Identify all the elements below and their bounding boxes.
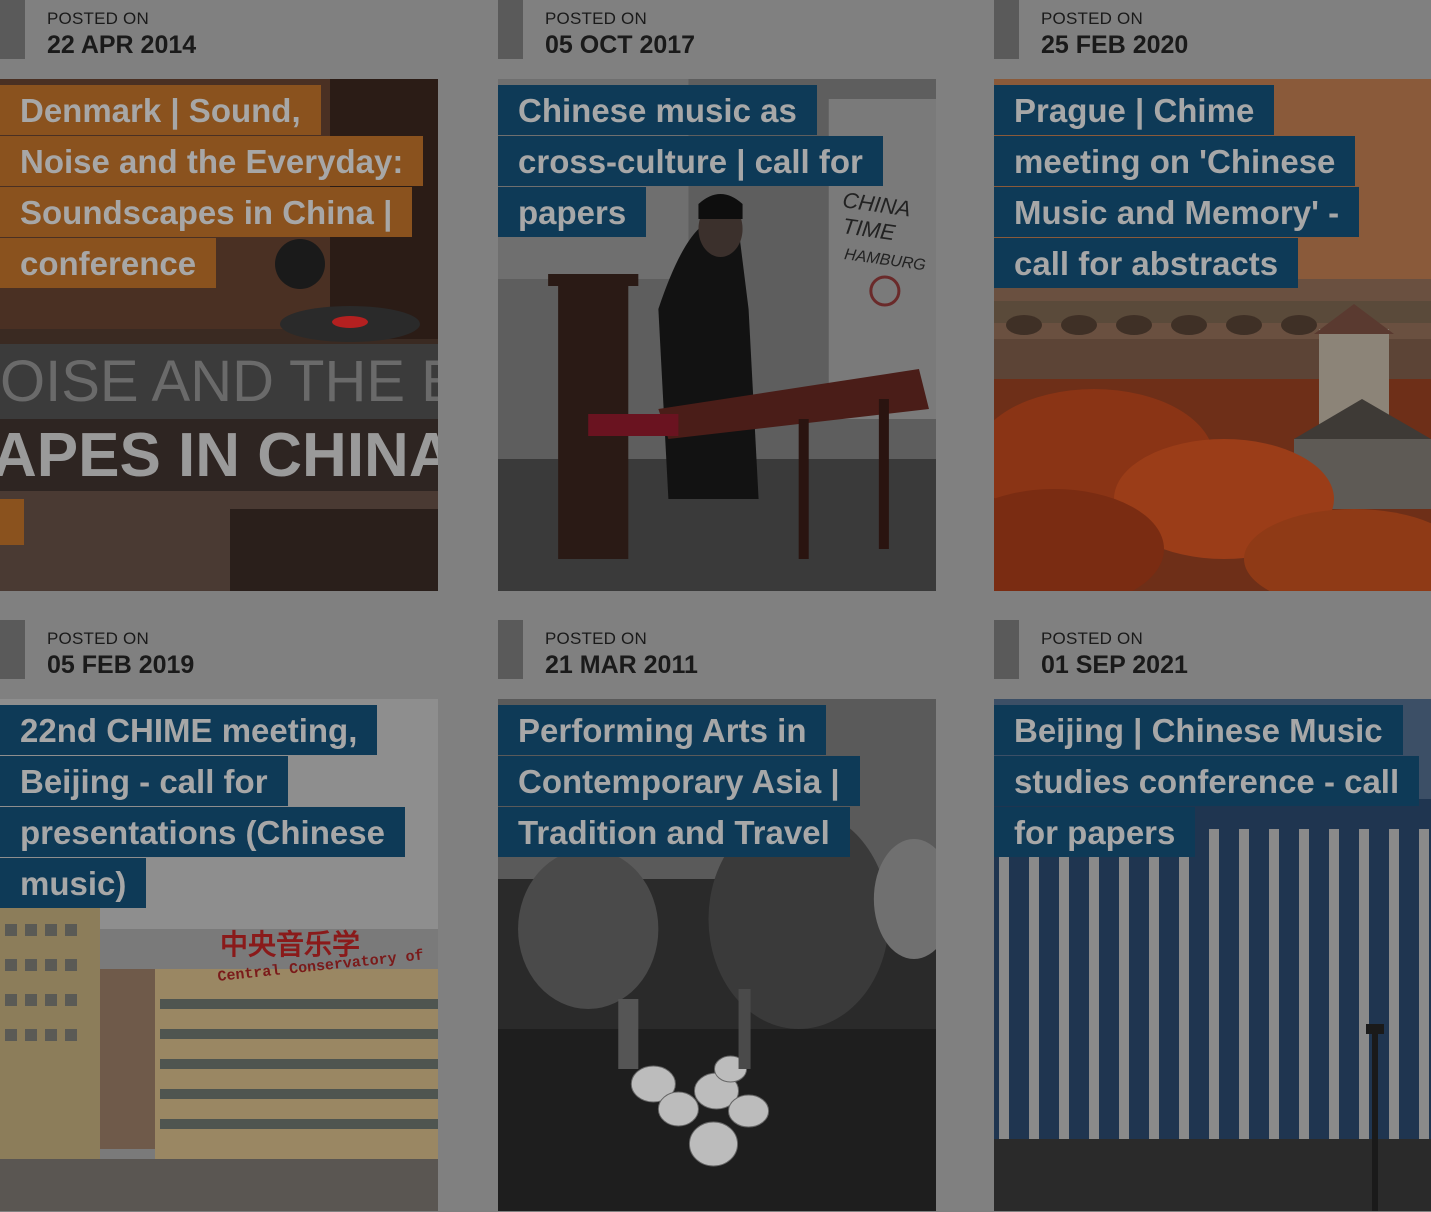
post-card[interactable]: POSTED ON 05 FEB 2019 中央音乐学 Central Cons…	[0, 620, 438, 1211]
post-thumbnail[interactable]: 中央音乐学 Central Conservatory of 22nd CHIME…	[0, 699, 438, 1211]
post-date: 05 OCT 2017	[545, 31, 696, 59]
post-thumbnail[interactable]: Beijing | Chinese Music studies conferen…	[994, 699, 1431, 1211]
post-title-line: music)	[0, 858, 147, 908]
post-meta: POSTED ON 25 FEB 2020	[994, 0, 1431, 79]
post-title-line: Beijing - call for	[0, 756, 288, 806]
post-date: 21 MAR 2011	[545, 651, 698, 679]
posted-on-label: POSTED ON	[47, 9, 149, 28]
post-title-line: cross-culture | call for	[498, 136, 883, 186]
post-title-line: studies conference - call	[994, 756, 1420, 806]
post-meta: POSTED ON 01 SEP 2021	[994, 620, 1431, 699]
date-accent-bar	[0, 0, 25, 59]
post-title-line: papers	[498, 187, 647, 237]
post-grid: POSTED ON 22 APR 2014 OISE AND THE E APE…	[0, 0, 1431, 1212]
post-title-line: for papers	[994, 807, 1196, 857]
posted-on-label: POSTED ON	[545, 629, 647, 648]
post-title-line: Contemporary Asia |	[498, 756, 860, 806]
post-card[interactable]: POSTED ON 21 MAR 2011 Performing Arts in…	[498, 620, 936, 1211]
post-title-line: call for abstracts	[994, 238, 1299, 288]
post-title-line: Soundscapes in China |	[0, 187, 413, 237]
post-title[interactable]: Performing Arts in Contemporary Asia | T…	[498, 705, 860, 858]
post-meta: POSTED ON 21 MAR 2011	[498, 620, 936, 699]
posted-on-label: POSTED ON	[1041, 9, 1143, 28]
image-caption-line: OISE AND THE E	[0, 349, 438, 414]
post-title-line: meeting on 'Chinese	[994, 136, 1356, 186]
post-card[interactable]: POSTED ON 01 SEP 2021 Beijing | Chinese …	[994, 620, 1431, 1211]
post-thumbnail[interactable]: Performing Arts in Contemporary Asia | T…	[498, 699, 936, 1211]
post-meta: POSTED ON 05 OCT 2017	[498, 0, 936, 79]
post-title-line: conference	[0, 238, 217, 288]
post-thumbnail[interactable]: OISE AND THE E APES IN CHINA Denmark | S…	[0, 79, 438, 591]
post-title-line: 22nd CHIME meeting,	[0, 705, 378, 755]
post-card[interactable]: POSTED ON 05 OCT 2017 CHINA TIME HAMBURG…	[498, 0, 936, 591]
post-date: 25 FEB 2020	[1041, 31, 1189, 59]
post-title[interactable]: Prague | Chime meeting on 'Chinese Music…	[994, 85, 1360, 289]
post-title-line: Noise and the Everyday:	[0, 136, 424, 186]
date-accent-bar	[498, 620, 523, 679]
date-accent-bar	[994, 620, 1019, 679]
post-date: 05 FEB 2019	[47, 651, 195, 679]
posted-on-label: POSTED ON	[545, 9, 647, 28]
post-title[interactable]: 22nd CHIME meeting, Beijing - call for p…	[0, 705, 405, 909]
post-title-line: Performing Arts in	[498, 705, 827, 755]
date-accent-bar	[994, 0, 1019, 59]
post-title-line: presentations (Chinese	[0, 807, 405, 857]
post-title-line: Chinese music as	[498, 85, 817, 135]
image-caption-line: APES IN CHINA	[0, 421, 438, 490]
date-accent-bar	[0, 620, 25, 679]
post-thumbnail[interactable]: CHINA TIME HAMBURG Chinese music as cros…	[498, 79, 936, 591]
post-title[interactable]: Chinese music as cross-culture | call fo…	[498, 85, 883, 238]
posted-on-label: POSTED ON	[1041, 629, 1143, 648]
post-date: 01 SEP 2021	[1041, 651, 1188, 679]
post-title-line: Tradition and Travel	[498, 807, 850, 857]
post-date: 22 APR 2014	[47, 31, 197, 59]
post-title-line: Denmark | Sound,	[0, 85, 321, 135]
post-title-line: Prague | Chime	[994, 85, 1275, 135]
post-title-line: Music and Memory' -	[994, 187, 1360, 237]
post-title-line: Beijing | Chinese Music	[994, 705, 1403, 755]
post-thumbnail[interactable]: Prague | Chime meeting on 'Chinese Music…	[994, 79, 1431, 591]
post-title[interactable]: Denmark | Sound, Noise and the Everyday:…	[0, 85, 424, 289]
post-title[interactable]: Beijing | Chinese Music studies conferen…	[994, 705, 1420, 858]
date-accent-bar	[498, 0, 523, 59]
posted-on-label: POSTED ON	[47, 629, 149, 648]
post-meta: POSTED ON 05 FEB 2019	[0, 620, 438, 699]
post-meta: POSTED ON 22 APR 2014	[0, 0, 438, 79]
post-card[interactable]: POSTED ON 25 FEB 2020 Prague | Chime mee…	[994, 0, 1431, 591]
post-card[interactable]: POSTED ON 22 APR 2014 OISE AND THE E APE…	[0, 0, 438, 591]
